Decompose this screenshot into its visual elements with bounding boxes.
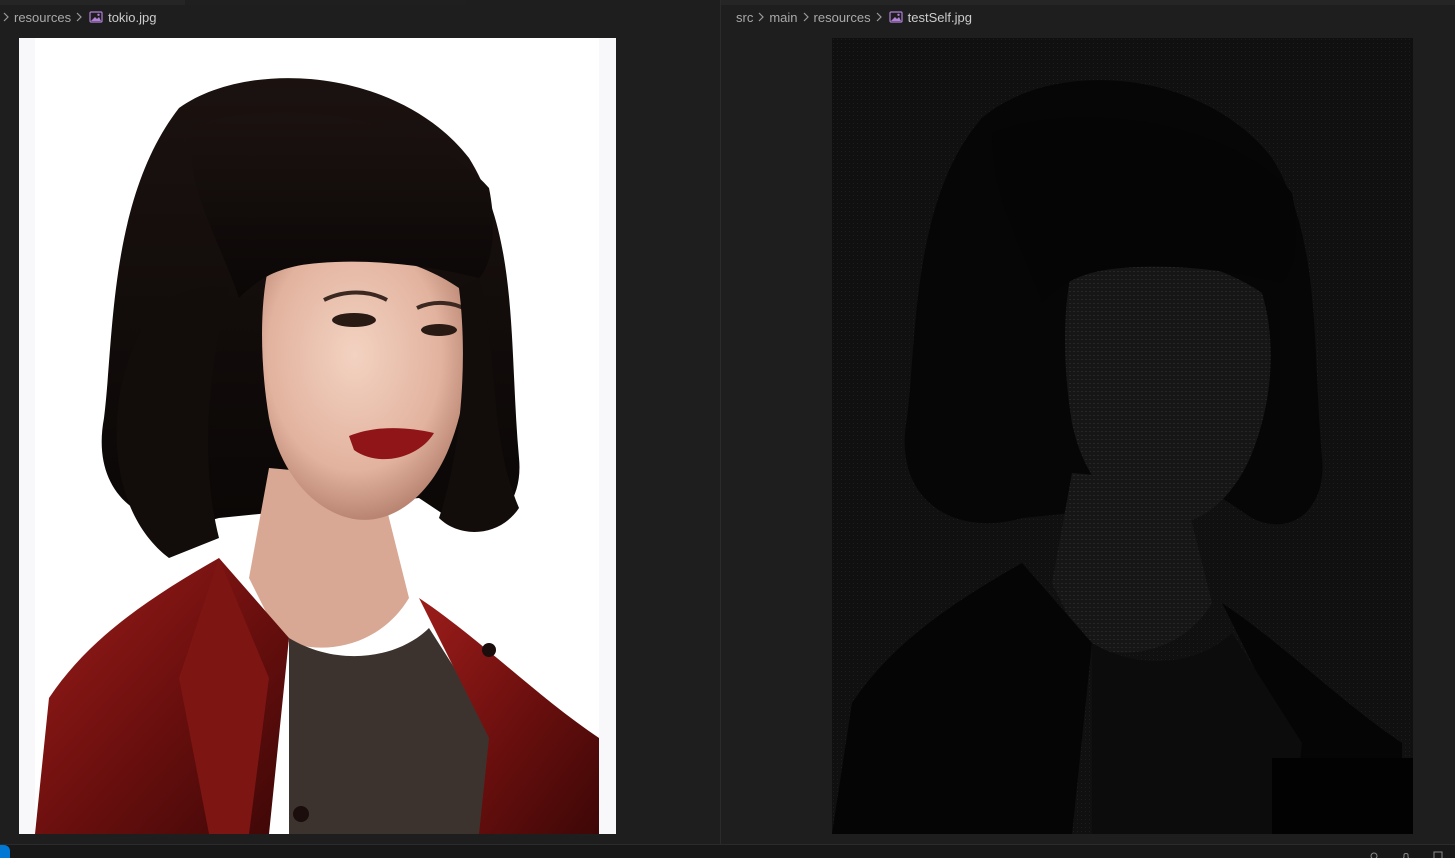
breadcrumb: src main resources testSelf.jpg <box>736 6 972 28</box>
layout-icon[interactable] <box>1433 848 1443 858</box>
chevron-right-icon <box>803 12 809 22</box>
chevron-right-icon <box>3 12 9 22</box>
chevron-right-icon <box>876 12 882 22</box>
image-preview-tokio <box>19 38 616 834</box>
tab-strip-edge <box>186 0 466 5</box>
tab-strip-edge <box>0 0 185 5</box>
chevron-right-icon <box>758 12 765 22</box>
image-file-icon <box>89 11 103 23</box>
editor-group-left: resources tokio.jpg <box>0 0 720 844</box>
breadcrumb-file[interactable]: tokio.jpg <box>108 10 156 25</box>
editor-window: resources tokio.jpg src main resources t… <box>0 0 1455 858</box>
settings-icon[interactable] <box>1369 848 1379 858</box>
ascii-rendered-photo <box>832 38 1413 834</box>
portrait-photo <box>19 38 616 834</box>
breadcrumb-item[interactable]: src <box>736 10 753 25</box>
breadcrumb-item[interactable]: resources <box>14 10 71 25</box>
breadcrumb: resources tokio.jpg <box>0 6 157 28</box>
breadcrumb-item[interactable]: main <box>769 10 797 25</box>
editor-group-right: src main resources testSelf.jpg <box>721 0 1455 844</box>
bell-icon[interactable] <box>1401 848 1411 858</box>
breadcrumb-file[interactable]: testSelf.jpg <box>908 10 972 25</box>
tab-strip-edge <box>721 0 1455 5</box>
remote-indicator[interactable] <box>0 845 10 858</box>
chevron-right-icon <box>76 12 82 22</box>
status-bar-icons <box>1369 848 1443 858</box>
status-bar <box>0 844 1455 858</box>
breadcrumb-item[interactable]: resources <box>814 10 871 25</box>
image-file-icon <box>889 11 903 23</box>
image-preview-testself <box>832 38 1413 834</box>
